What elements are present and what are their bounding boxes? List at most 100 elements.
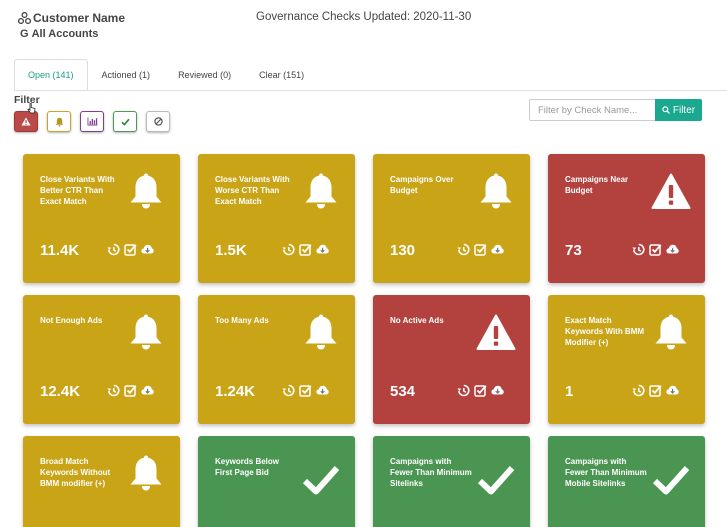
network-icon	[18, 12, 31, 24]
checkbox-icon[interactable]	[124, 243, 137, 256]
checkbox-icon[interactable]	[474, 384, 487, 397]
google-icon: G	[20, 28, 29, 40]
checkbox-icon[interactable]	[649, 384, 662, 397]
customer-name-label: Customer Name	[33, 11, 126, 25]
cloud-download-icon[interactable]	[141, 384, 154, 397]
check-card-count: 1.24K	[215, 383, 256, 400]
tab-actioned[interactable]: Actioned (1)	[88, 59, 165, 90]
account-label: All Accounts	[31, 28, 99, 40]
warning-icon	[651, 172, 691, 212]
chart-icon	[87, 117, 97, 126]
check-card[interactable]: Keywords Below First Page Bid	[198, 436, 355, 527]
history-icon[interactable]	[107, 384, 120, 397]
check-card-title: Broad Match Keywords Without BMM modifie…	[40, 457, 111, 488]
check-card-actions	[282, 243, 329, 256]
bell-icon	[301, 313, 341, 353]
check-icon	[120, 118, 130, 126]
check-name-search-input[interactable]	[529, 99, 655, 121]
check-card[interactable]: Campaigns with Fewer Than Minimum Siteli…	[373, 436, 530, 527]
filter-bell-button[interactable]	[47, 111, 71, 132]
check-card-count: 534	[390, 383, 416, 400]
cloud-download-icon[interactable]	[666, 243, 679, 256]
check-card-title: Too Many Ads	[215, 316, 269, 325]
cloud-download-icon[interactable]	[666, 384, 679, 397]
tab-reviewed[interactable]: Reviewed (0)	[164, 59, 245, 90]
tab-open[interactable]: Open (141)	[14, 59, 88, 91]
check-icon	[651, 460, 691, 500]
filter-chart-button[interactable]	[80, 111, 104, 132]
check-card[interactable]: Exact Match Keywords With BMM Modifier (…	[548, 295, 705, 424]
filter-search-button-label: Filter	[672, 104, 696, 116]
cloud-download-icon[interactable]	[316, 243, 329, 256]
cloud-download-icon[interactable]	[316, 384, 329, 397]
check-card[interactable]: Close Variants With Better CTR Than Exac…	[23, 154, 180, 283]
check-card-actions	[107, 243, 154, 256]
check-card-count: 12.4K	[40, 383, 81, 400]
check-card-actions	[632, 243, 679, 256]
check-card-actions	[107, 384, 154, 397]
check-card-title: Campaigns Near Budget	[565, 175, 629, 195]
bell-icon	[55, 117, 63, 127]
checkbox-icon[interactable]	[649, 243, 662, 256]
check-icon	[476, 460, 516, 500]
check-card[interactable]: Close Variants With Worse CTR Than Exact…	[198, 154, 355, 283]
check-card[interactable]: Not Enough Ads 12.4K	[23, 295, 180, 424]
check-card-actions	[632, 384, 679, 397]
check-card-count: 73	[565, 242, 582, 259]
check-card-actions	[282, 384, 329, 397]
warning-icon	[476, 313, 516, 353]
checkbox-icon[interactable]	[299, 243, 312, 256]
check-card-actions	[457, 384, 504, 397]
checkbox-icon[interactable]	[124, 384, 137, 397]
check-card-title: Campaigns with Fewer Than Minimum Siteli…	[390, 457, 472, 488]
pointer-cursor-icon	[27, 103, 36, 117]
history-icon[interactable]	[457, 243, 470, 256]
check-card[interactable]: Campaigns Over Budget 130	[373, 154, 530, 283]
check-icon	[301, 460, 341, 500]
history-icon[interactable]	[282, 243, 295, 256]
history-icon[interactable]	[632, 384, 645, 397]
check-card[interactable]: Broad Match Keywords Without BMM modifie…	[23, 436, 180, 527]
filter-ban-button[interactable]	[146, 111, 170, 132]
check-card-title: Close Variants With Worse CTR Than Exact…	[215, 175, 290, 206]
bell-icon	[126, 172, 166, 212]
check-card[interactable]: Too Many Ads 1.24K	[198, 295, 355, 424]
check-card-title: Campaigns Over Budget	[390, 175, 454, 195]
bell-icon	[301, 172, 341, 212]
check-card[interactable]: Campaigns with Fewer Than Minimum Mobile…	[548, 436, 705, 527]
history-icon[interactable]	[107, 243, 120, 256]
cloud-download-icon[interactable]	[491, 243, 504, 256]
cloud-download-icon[interactable]	[491, 384, 504, 397]
check-card-count: 1	[565, 383, 574, 400]
history-icon[interactable]	[457, 384, 470, 397]
search-icon	[662, 106, 670, 114]
bell-icon	[126, 454, 166, 494]
tab-clear[interactable]: Clear (151)	[245, 59, 318, 90]
check-card[interactable]: No Active Ads 534	[373, 295, 530, 424]
history-icon[interactable]	[632, 243, 645, 256]
customer-name[interactable]: Customer Name	[18, 11, 125, 25]
account-selector[interactable]: G All Accounts	[20, 28, 98, 40]
check-card-title: Keywords Below First Page Bid	[215, 457, 280, 477]
warning-icon	[21, 117, 31, 126]
check-card-count: 11.4K	[40, 242, 80, 259]
check-card-title: Exact Match Keywords With BMM Modifier (…	[565, 316, 645, 347]
filter-search-button[interactable]: Filter	[655, 99, 702, 121]
filter-check-button[interactable]	[113, 111, 137, 132]
checkbox-icon[interactable]	[474, 243, 487, 256]
checkbox-icon[interactable]	[299, 384, 312, 397]
bell-icon	[476, 172, 516, 212]
filter-buttons	[14, 111, 170, 132]
bell-icon	[651, 313, 691, 353]
cloud-download-icon[interactable]	[141, 243, 154, 256]
tab-divider	[14, 90, 727, 91]
history-icon[interactable]	[282, 384, 295, 397]
check-card-count: 130	[390, 242, 416, 259]
page-header: Customer Name G All Accounts Governance …	[18, 11, 718, 51]
check-card-title: Campaigns with Fewer Than Minimum Mobile…	[565, 457, 647, 488]
ban-icon	[153, 117, 163, 126]
check-card[interactable]: Campaigns Near Budget 73	[548, 154, 705, 283]
governance-updated: Governance Checks Updated: 2020-11-30	[256, 11, 472, 23]
status-tabs: Open (141) Actioned (1) Reviewed (0) Cle…	[14, 59, 318, 91]
bell-icon	[126, 313, 166, 353]
